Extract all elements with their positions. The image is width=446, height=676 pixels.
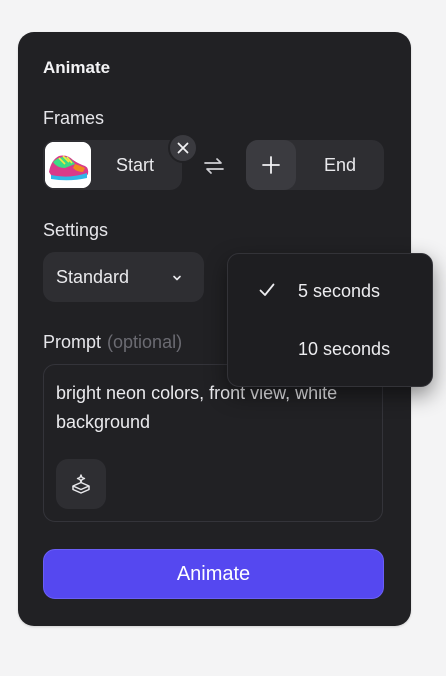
quality-select[interactable]: Standard — [43, 252, 204, 302]
duration-option-label: 10 seconds — [298, 339, 391, 359]
duration-option-10-seconds[interactable]: 10 seconds — [228, 329, 432, 369]
enhance-prompt-button[interactable] — [56, 459, 106, 509]
add-end-frame-button[interactable] — [246, 140, 296, 190]
plus-icon — [262, 156, 280, 174]
close-icon — [177, 142, 189, 154]
panel-title: Animate — [43, 58, 111, 77]
frames-label: Frames — [43, 108, 105, 128]
duration-dropdown-menu: 5 seconds 10 seconds — [227, 253, 433, 387]
prompt-label: Prompt (optional) — [43, 332, 182, 353]
animate-button[interactable]: Animate — [43, 549, 384, 599]
check-icon — [259, 283, 275, 296]
prompt-textarea[interactable]: bright neon colors, front view, white ba… — [43, 364, 383, 522]
enhance-prompt-icon — [72, 474, 90, 494]
prompt-optional-hint: (optional) — [107, 332, 183, 352]
swap-frames-icon[interactable] — [202, 154, 226, 178]
remove-start-frame-button[interactable] — [168, 133, 198, 163]
quality-select-value: Standard — [56, 267, 130, 287]
start-frame-thumbnail — [45, 142, 91, 188]
chevron-down-icon — [173, 275, 181, 281]
settings-label: Settings — [43, 220, 109, 240]
duration-option-5-seconds[interactable]: 5 seconds — [228, 271, 432, 311]
start-frame-slot[interactable]: Start — [43, 140, 182, 190]
end-frame-label: End — [324, 155, 357, 175]
duration-option-label: 5 seconds — [298, 281, 381, 301]
end-frame-slot[interactable]: End — [246, 140, 384, 190]
prompt-label-text: Prompt — [43, 332, 102, 352]
start-frame-label: Start — [116, 155, 155, 175]
prompt-text[interactable]: bright neon colors, front view, white ba… — [56, 379, 356, 437]
